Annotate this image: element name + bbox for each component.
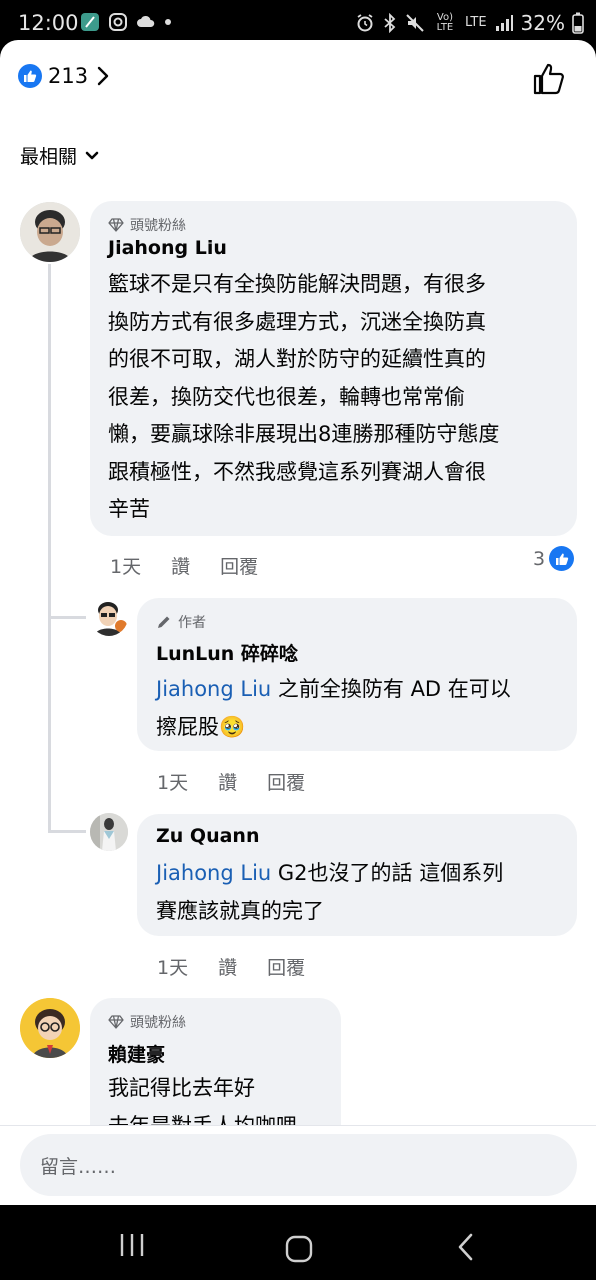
app-notification-icon [81,13,99,31]
chevron-down-icon [85,151,99,159]
reaction-count: 3 [533,547,546,570]
comment-reactions[interactable]: 3 [533,546,575,571]
comment-actions: 1天 讚 回覆 [157,768,335,795]
comment-author[interactable]: LunLun 碎碎唸 [156,639,298,666]
instagram-icon [109,13,127,31]
comment-time: 1天 [157,957,189,979]
comment-author[interactable]: 賴建豪 [108,1040,165,1067]
like-button[interactable]: 讚 [218,768,237,795]
thread-line [48,264,51,832]
badge-label: 作者 [178,615,206,631]
comment-line: 的很不可取，湖人對於防守的延續性真的 [108,347,486,371]
mute-icon [406,14,424,32]
author-badge: 作者 [156,612,206,632]
avatar[interactable] [90,598,128,636]
comment-actions: 1天 讚 回覆 [157,953,335,980]
like-post-button[interactable] [532,62,566,96]
badge-label: 頭號粉絲 [130,218,186,234]
signal-icon [495,15,513,31]
top-fan-badge: 頭號粉絲 [108,1012,186,1032]
like-button[interactable]: 讚 [171,552,190,579]
mention-link[interactable]: Jiahong Liu [156,677,271,701]
composer-bar: 留言…… [0,1125,596,1205]
comment-line: 擦屁股🥹 [156,714,246,739]
volte-label: Vo) LTE [436,12,454,33]
home-button[interactable] [285,1235,313,1263]
sort-dropdown[interactable]: 最相關 [20,142,99,169]
comment-author[interactable]: Zu Quann [156,825,259,847]
diamond-icon [108,218,124,232]
reactions-summary[interactable]: 213 [18,64,110,88]
comment-line: 很差，換防交代也很差，輪轉也常常偷 [108,384,465,409]
dot-icon [165,19,171,25]
top-fan-badge: 頭號粉絲 [108,215,186,235]
status-time: 12:00 [18,11,79,35]
comments-sheet: 213 最相關 頭號粉絲 Jiahong Liu 籃球不是只有全換防能解決問題，… [0,40,596,1205]
comment-line: 我記得比去年好 [108,1076,255,1100]
comment-author[interactable]: Jiahong Liu [108,237,227,259]
cloud-icon [137,15,155,27]
like-reaction-icon [18,64,42,88]
comment-actions: 1天 讚 回覆 [110,552,288,579]
mention-link[interactable]: Jiahong Liu [156,861,271,885]
comment-line: 賽應該就真的完了 [156,898,324,923]
like-reaction-icon [549,546,575,571]
comment-line: 之前全換防有 AD 在可以 [271,677,511,701]
reply-button[interactable]: 回覆 [267,768,305,795]
avatar[interactable] [20,202,80,262]
back-button[interactable] [456,1233,476,1261]
comment-line: G2也沒了的話 這個系列 [271,861,504,885]
battery-percent: 32% [520,11,565,35]
comment-input-placeholder: 留言…… [40,1156,117,1178]
battery-icon [572,12,584,34]
avatar[interactable] [20,998,80,1058]
lte-label: LTE [464,15,487,30]
comment-line: 換防方式有很多處理方式，沉迷全換防真 [108,309,486,334]
chevron-right-icon [97,66,109,86]
bluetooth-icon [384,13,396,33]
comment-text: Jiahong Liu 之前全換防有 AD 在可以 擦屁股🥹 [156,671,568,746]
thread-branch [48,616,86,619]
comment-input[interactable]: 留言…… [20,1134,577,1196]
thread-branch [48,830,86,833]
badge-label: 頭號粉絲 [130,1015,186,1031]
comment-line: 辛苦 [108,497,150,521]
comment-line: 籃球不是只有全換防能解決問題，有很多 [108,272,486,296]
comment-line: 懶，要贏球除非展現出8連勝那種防守態度 [108,422,500,446]
avatar[interactable] [90,813,128,851]
diamond-icon [108,1015,124,1029]
system-nav-bar [0,1205,596,1280]
alarm-icon [357,14,373,32]
comment-text: 籃球不是只有全換防能解決問題，有很多 換防方式有很多處理方式，沉迷全換防真 的很… [108,266,568,529]
sort-label: 最相關 [20,146,78,168]
comment-line: 跟積極性，不然我感覺這系列賽湖人會很 [108,459,486,484]
comment-time: 1天 [157,772,189,794]
reply-button[interactable]: 回覆 [220,552,258,579]
like-button[interactable]: 讚 [218,953,237,980]
comment-text: Jiahong Liu G2也沒了的話 這個系列 賽應該就真的完了 [156,855,568,930]
likes-count: 213 [48,64,89,88]
pencil-icon [158,616,170,628]
recent-apps-button[interactable] [118,1233,146,1257]
reply-button[interactable]: 回覆 [267,953,305,980]
comment-time: 1天 [110,556,142,578]
